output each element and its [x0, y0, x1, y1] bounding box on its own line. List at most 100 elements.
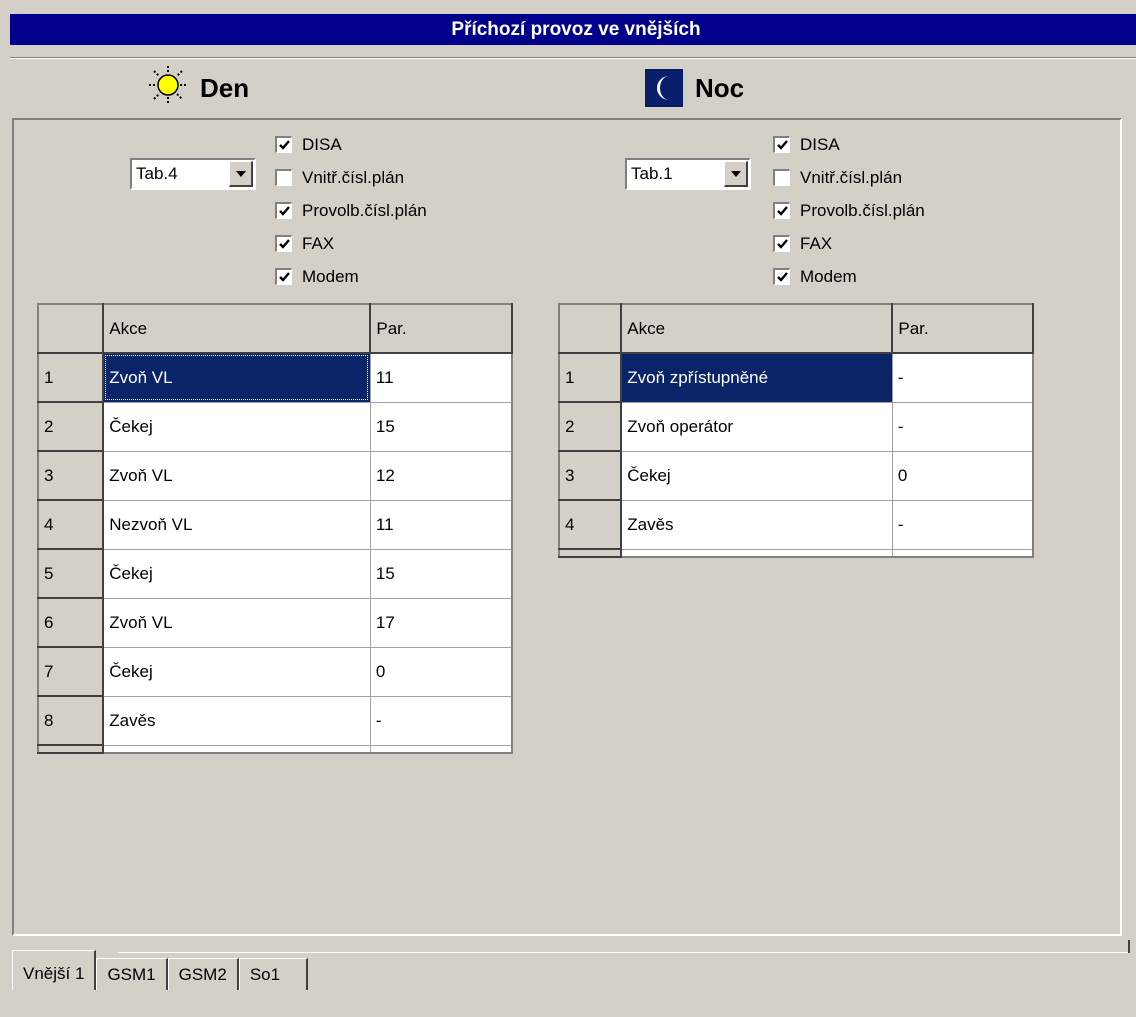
cell-par[interactable]: 15: [370, 402, 513, 452]
row-number[interactable]: 6: [37, 597, 105, 648]
cell-par[interactable]: 17: [370, 598, 513, 648]
night-option-fax[interactable]: FAX: [773, 227, 925, 260]
day-option-disa[interactable]: DISA: [275, 128, 427, 161]
row-number[interactable]: 1: [558, 352, 623, 403]
night-option-label: Modem: [800, 266, 857, 286]
row-number[interactable]: 8: [37, 695, 105, 746]
cell-akce[interactable]: Zavěs: [103, 696, 371, 746]
night-label: Noc: [695, 72, 745, 103]
cell-akce[interactable]: Zvoň VL: [103, 598, 371, 648]
grid-filler-cell: [892, 549, 1034, 558]
checkbox-icon[interactable]: [275, 268, 292, 285]
moon-icon: [645, 69, 683, 107]
checkbox-icon[interactable]: [275, 169, 292, 186]
cell-par[interactable]: 0: [892, 451, 1034, 501]
cell-par[interactable]: 11: [370, 353, 513, 403]
day-option-label: DISA: [302, 134, 342, 154]
cell-akce[interactable]: Čekej: [103, 647, 371, 697]
tab-gsm1[interactable]: GSM1: [96, 958, 168, 990]
day-table-select[interactable]: Tab.4: [130, 158, 256, 190]
table-row: 6 Zvoň VL 17: [37, 597, 513, 648]
row-number[interactable]: 5: [37, 548, 105, 599]
cell-akce[interactable]: Čekej: [621, 451, 893, 501]
cell-akce[interactable]: Zvoň VL: [103, 353, 371, 403]
row-number[interactable]: 4: [37, 499, 105, 550]
row-number[interactable]: 3: [37, 450, 105, 501]
grid-corner: [558, 303, 623, 354]
day-grid: Akce Par. 1 Zvoň VL 11 2 Čekej 15 3 Zvoň…: [37, 303, 513, 754]
grid-filler: [37, 744, 513, 754]
cell-akce[interactable]: Čekej: [103, 549, 371, 599]
row-number[interactable]: 4: [558, 499, 623, 550]
night-option-vnitr[interactable]: Vnitř.čísl.plán: [773, 161, 925, 194]
night-option-label: Provolb.čísl.plán: [800, 200, 925, 220]
night-option-disa[interactable]: DISA: [773, 128, 925, 161]
night-option-provolb[interactable]: Provolb.čísl.plán: [773, 194, 925, 227]
day-options: DISA Vnitř.čísl.plán Provolb.čísl.plán F…: [275, 128, 427, 293]
cell-par[interactable]: -: [370, 696, 513, 746]
checkbox-icon[interactable]: [773, 136, 790, 153]
chevron-down-icon[interactable]: [229, 161, 253, 187]
day-option-provolb[interactable]: Provolb.čísl.plán: [275, 194, 427, 227]
day-option-label: FAX: [302, 233, 335, 253]
column-header-akce[interactable]: Akce: [102, 303, 372, 354]
column-header-par[interactable]: Par.: [369, 303, 513, 354]
cell-par[interactable]: -: [892, 500, 1034, 550]
sun-icon: [148, 65, 188, 112]
cell-par[interactable]: 0: [370, 647, 513, 697]
day-option-modem[interactable]: Modem: [275, 260, 427, 293]
day-option-fax[interactable]: FAX: [275, 227, 427, 260]
tab-so1[interactable]: So1: [238, 958, 309, 990]
grid-filler: [558, 548, 1034, 558]
checkbox-icon[interactable]: [275, 235, 292, 252]
cell-par[interactable]: 11: [370, 500, 513, 550]
cell-akce[interactable]: Zvoň operátor: [621, 402, 893, 452]
cell-akce[interactable]: Nezvoň VL: [103, 500, 371, 550]
tab-vnejsi-1[interactable]: Vnější 1: [12, 950, 97, 990]
window-title: Příchozí provoz ve vnějších: [10, 14, 1136, 45]
row-number[interactable]: 3: [558, 450, 623, 501]
night-header: Noc: [645, 66, 744, 110]
cell-akce[interactable]: Čekej: [103, 402, 371, 452]
table-row: 2 Zvoň operátor -: [558, 401, 1034, 452]
row-number[interactable]: 7: [37, 646, 105, 697]
table-row: 1 Zvoň VL 11: [37, 352, 513, 403]
cell-par[interactable]: -: [892, 402, 1034, 452]
chevron-down-icon[interactable]: [724, 161, 748, 187]
tab-strip-edge: [1128, 940, 1130, 953]
grid-filler-cell: [558, 548, 623, 558]
row-number[interactable]: 2: [37, 401, 105, 452]
checkbox-icon[interactable]: [275, 136, 292, 153]
day-header: Den: [148, 65, 249, 112]
grid-filler-cell: [370, 745, 513, 754]
table-row: 4 Nezvoň VL 11: [37, 499, 513, 550]
night-option-modem[interactable]: Modem: [773, 260, 925, 293]
night-table-select-value: Tab.1: [631, 164, 673, 183]
cell-par[interactable]: 15: [370, 549, 513, 599]
column-header-akce[interactable]: Akce: [620, 303, 894, 354]
night-table-select[interactable]: Tab.1: [625, 158, 751, 190]
table-row: 3 Čekej 0: [558, 450, 1034, 501]
row-number[interactable]: 1: [37, 352, 105, 403]
grid-filler-cell: [621, 549, 893, 558]
day-table-select-value: Tab.4: [136, 164, 178, 183]
table-row: 4 Zavěs -: [558, 499, 1034, 550]
checkbox-icon[interactable]: [275, 202, 292, 219]
checkbox-icon[interactable]: [773, 235, 790, 252]
checkbox-icon[interactable]: [773, 268, 790, 285]
row-number[interactable]: 2: [558, 401, 623, 452]
cell-par[interactable]: 12: [370, 451, 513, 501]
tab-strip: Vnější 1 GSM1 GSM2 So1: [12, 950, 309, 990]
grid-filler-cell: [37, 744, 105, 754]
cell-akce[interactable]: Zvoň zpřístupněné: [621, 353, 893, 403]
tab-gsm2[interactable]: GSM2: [167, 958, 239, 990]
checkbox-icon[interactable]: [773, 202, 790, 219]
table-row: 8 Zavěs -: [37, 695, 513, 746]
checkbox-icon[interactable]: [773, 169, 790, 186]
cell-akce[interactable]: Zavěs: [621, 500, 893, 550]
day-option-label: Modem: [302, 266, 359, 286]
cell-akce[interactable]: Zvoň VL: [103, 451, 371, 501]
column-header-par[interactable]: Par.: [891, 303, 1034, 354]
day-option-vnitr[interactable]: Vnitř.čísl.plán: [275, 161, 427, 194]
cell-par[interactable]: -: [892, 353, 1034, 403]
